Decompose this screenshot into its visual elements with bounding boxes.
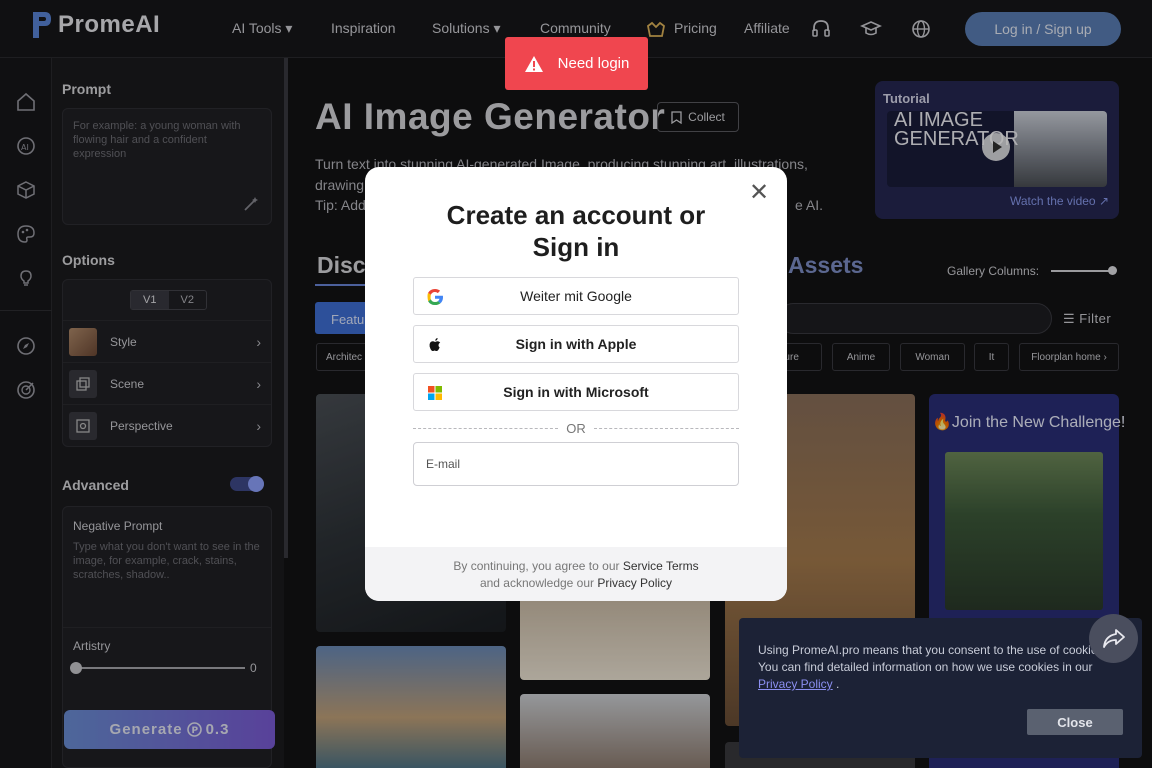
modal-title-line: Sign in	[532, 232, 620, 262]
or-label: OR	[566, 420, 586, 436]
toast-text: Need login	[557, 55, 630, 72]
microsoft-signin-button[interactable]: Sign in with Microsoft	[413, 373, 739, 411]
apple-signin-label: Sign in with Apple	[515, 336, 637, 352]
cookie-privacy-link[interactable]: Privacy Policy	[758, 677, 833, 691]
modal-title-line: Create an account or	[446, 200, 706, 230]
google-signin-button[interactable]: Weiter mit Google	[413, 277, 739, 315]
terms-footer: By continuing, you agree to our Service …	[365, 547, 787, 601]
error-toast: Need login	[505, 37, 648, 90]
share-button[interactable]	[1089, 614, 1138, 663]
terms-line: By continuing, you agree to our Service …	[453, 559, 699, 573]
login-modal: ✕ Create an account or Sign in Weiter mi…	[365, 167, 787, 601]
privacy-policy-link[interactable]: Privacy Policy	[597, 576, 672, 590]
cookie-banner: Using PromeAI.pro means that you consent…	[739, 618, 1142, 758]
apple-signin-button[interactable]: Sign in with Apple	[413, 325, 739, 363]
share-icon	[1102, 628, 1125, 648]
cookie-close-button[interactable]: Close	[1027, 709, 1123, 735]
email-field[interactable]	[413, 442, 739, 486]
apple-icon	[429, 338, 441, 351]
or-divider: OR	[413, 420, 739, 436]
divider-line	[413, 427, 559, 429]
cookie-text: Using PromeAI.pro means that you consent…	[758, 643, 1107, 691]
terms-line: and acknowledge our Privacy Policy	[479, 576, 673, 590]
warning-icon	[524, 55, 543, 72]
service-terms-link[interactable]: Service Terms	[623, 559, 699, 573]
microsoft-icon	[428, 386, 442, 400]
microsoft-signin-label: Sign in with Microsoft	[503, 384, 649, 400]
google-icon	[427, 289, 443, 305]
modal-title: Create an account or Sign in	[365, 199, 787, 263]
google-signin-label: Weiter mit Google	[520, 288, 632, 304]
divider-line	[593, 427, 739, 429]
